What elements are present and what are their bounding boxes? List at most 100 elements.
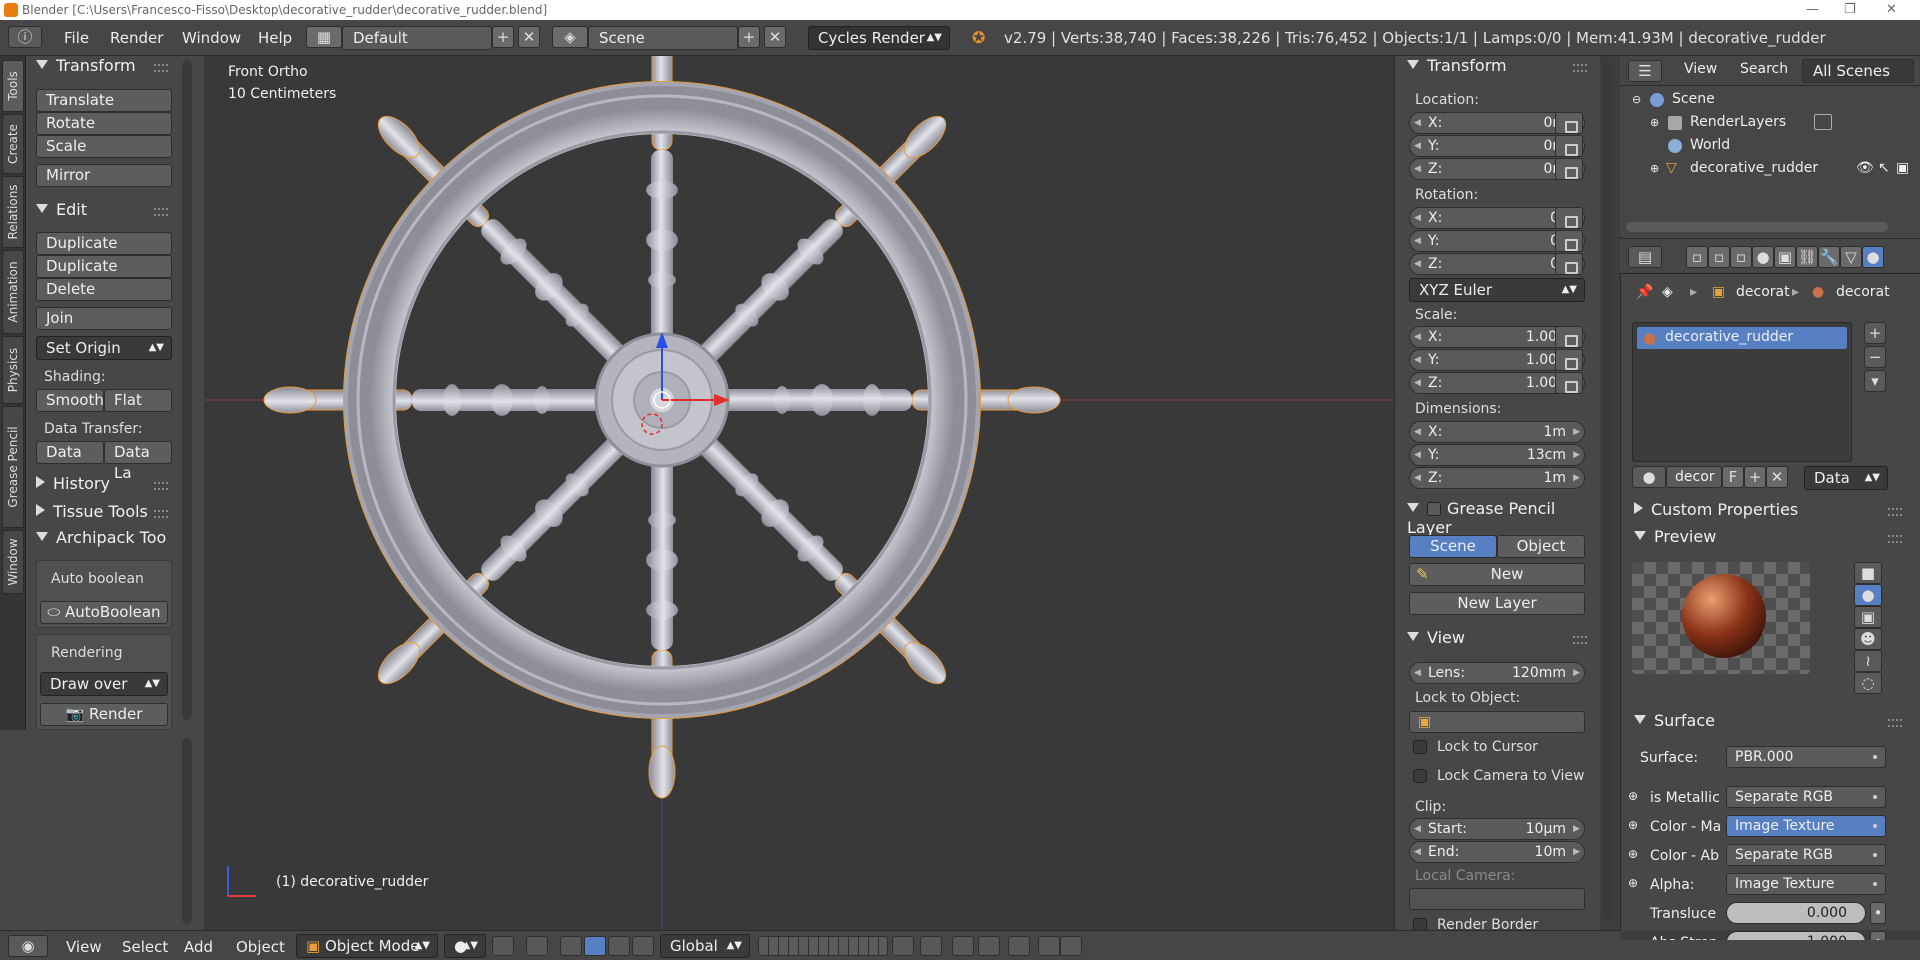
outliner-row-decorative-rudder[interactable]: ⊕ ▽ decorative_rudder 👁 ↖ ▣ bbox=[1620, 157, 1920, 180]
preview-cube-icon[interactable]: ▣ bbox=[1854, 606, 1882, 628]
menu-window[interactable]: Window bbox=[182, 29, 241, 47]
lock-camera-checkbox[interactable] bbox=[1413, 769, 1427, 783]
lock-icon[interactable] bbox=[1555, 112, 1583, 134]
lock-cursor-checkbox[interactable] bbox=[1413, 740, 1427, 754]
render-layer-icon[interactable] bbox=[1814, 114, 1832, 130]
dimension-y-field[interactable]: ◀ Y: 13cm ▶ bbox=[1409, 444, 1585, 466]
lock-icon[interactable] bbox=[1555, 158, 1583, 180]
screen-layout-field[interactable]: Default bbox=[342, 26, 492, 50]
tissue-tools-header[interactable]: Tissue Tools bbox=[36, 502, 148, 521]
local-camera-field[interactable] bbox=[1409, 888, 1585, 910]
screen-layout-icon[interactable]: ▦ bbox=[306, 26, 342, 48]
new-material-icon[interactable]: + bbox=[1744, 466, 1766, 488]
outliner-row-scene[interactable]: ⊖ Scene bbox=[1620, 88, 1920, 111]
link-data-select[interactable]: Data ▲▼ bbox=[1804, 466, 1888, 490]
rotation-mode-select[interactable]: XYZ Euler ▲▼ bbox=[1409, 278, 1585, 302]
panel-grip-icon[interactable] bbox=[154, 482, 168, 490]
expand-socket-icon[interactable]: ⊕ bbox=[1628, 789, 1638, 803]
viewport-canvas[interactable] bbox=[204, 56, 1394, 930]
render-camera-icon[interactable]: ▣ bbox=[1896, 157, 1909, 180]
manipulator-toggle-icon[interactable] bbox=[526, 936, 548, 956]
constraints-tab-icon[interactable]: ⛓ bbox=[1796, 246, 1818, 268]
snap-target-icon[interactable] bbox=[1008, 936, 1030, 956]
opengl-render-icon[interactable] bbox=[1038, 936, 1060, 956]
smooth-button[interactable]: Smooth bbox=[36, 389, 104, 412]
panel-grip-icon[interactable] bbox=[154, 64, 168, 72]
scale-manipulator-icon[interactable] bbox=[608, 936, 630, 956]
grease-pencil-header[interactable]: Grease Pencil Layer bbox=[1407, 499, 1600, 537]
render-tab-icon[interactable]: ▫ bbox=[1686, 246, 1708, 268]
proportional-edit-icon[interactable] bbox=[920, 936, 942, 956]
set-origin-select[interactable]: Set Origin ▲▼ bbox=[36, 336, 172, 360]
translate-manipulator-icon[interactable] bbox=[560, 936, 582, 956]
slot-menu-icon[interactable]: ▾ bbox=[1864, 370, 1886, 392]
restore-icon[interactable]: ❐ bbox=[1844, 0, 1856, 20]
modifiers-tab-icon[interactable]: 🔧 bbox=[1818, 246, 1840, 268]
input-link-field[interactable]: Image Texture bbox=[1726, 873, 1886, 895]
transluce-slider[interactable]: 0.000 bbox=[1726, 902, 1866, 924]
menu-render[interactable]: Render bbox=[110, 29, 163, 47]
lock-icon[interactable] bbox=[1555, 253, 1583, 275]
duplicate-button[interactable]: Duplicate bbox=[36, 232, 172, 255]
combo-manipulator-icon[interactable] bbox=[632, 936, 654, 956]
expand-socket-icon[interactable]: ⊕ bbox=[1628, 847, 1638, 861]
lock-object-field[interactable]: ▣ bbox=[1409, 711, 1585, 733]
tab-animation[interactable]: Animation bbox=[2, 250, 24, 334]
clip-end-field[interactable]: ◀ End: 10m ▶ bbox=[1409, 841, 1585, 863]
opengl-animation-icon[interactable] bbox=[1060, 936, 1082, 956]
transform-orientation-select[interactable]: Global ▲▼ bbox=[660, 934, 750, 958]
n-transform-header[interactable]: Transform bbox=[1407, 56, 1507, 75]
preview-hair-icon[interactable]: ≀ bbox=[1854, 650, 1882, 672]
outliner-search-menu[interactable]: Search bbox=[1740, 61, 1788, 77]
flat-button[interactable]: Flat bbox=[104, 389, 172, 412]
tab-tools[interactable]: Tools bbox=[2, 60, 24, 112]
panel-grip-icon[interactable] bbox=[1573, 636, 1587, 644]
lock-icon[interactable] bbox=[1555, 207, 1583, 229]
input-link-field[interactable]: Separate RGB bbox=[1726, 786, 1886, 808]
rotate-button[interactable]: Rotate bbox=[36, 112, 172, 135]
draw-over-select[interactable]: Draw over ▲▼ bbox=[40, 672, 168, 696]
input-link-field[interactable]: Separate RGB bbox=[1726, 844, 1886, 866]
lock-icon[interactable] bbox=[1555, 230, 1583, 252]
scale-button[interactable]: Scale bbox=[36, 135, 172, 158]
preview-flat-icon[interactable]: ■ bbox=[1854, 562, 1882, 584]
pin-icon[interactable]: 📌 bbox=[1636, 284, 1653, 300]
editor-type-3dview-icon[interactable]: ◉ bbox=[8, 935, 48, 957]
tab-physics[interactable]: Physics bbox=[2, 336, 24, 404]
dimension-z-field[interactable]: ◀ Z: 1m ▶ bbox=[1409, 467, 1585, 489]
custom-properties-header[interactable]: Custom Properties bbox=[1634, 500, 1798, 519]
mirror-button[interactable]: Mirror bbox=[36, 164, 172, 187]
panel-grip-icon[interactable] bbox=[154, 208, 168, 216]
editor-type-outliner-icon[interactable]: ☰ bbox=[1628, 60, 1662, 82]
duplicate-linked-button[interactable]: Duplicate Linked bbox=[36, 255, 172, 296]
add-layout-icon[interactable]: + bbox=[492, 26, 514, 48]
display-mode-select[interactable]: All Scenes bbox=[1802, 59, 1914, 83]
grease-pencil-checkbox[interactable] bbox=[1427, 502, 1441, 516]
expand-socket-icon[interactable]: ⊕ bbox=[1628, 876, 1638, 890]
edit-panel-header[interactable]: Edit bbox=[36, 200, 87, 219]
tab-create[interactable]: Create bbox=[2, 114, 24, 174]
gp-scene-button[interactable]: Scene bbox=[1409, 535, 1497, 558]
snap-element-icon[interactable] bbox=[978, 936, 1000, 956]
expand-icon[interactable]: ⊕ bbox=[1650, 157, 1659, 180]
clip-start-field[interactable]: ◀ Start: 10µm ▶ bbox=[1409, 818, 1585, 840]
close-icon[interactable]: ✕ bbox=[1886, 0, 1897, 20]
tab-relations[interactable]: Relations bbox=[2, 176, 24, 248]
remove-layout-icon[interactable]: ✕ bbox=[518, 26, 540, 48]
gp-object-button[interactable]: Object bbox=[1497, 535, 1585, 558]
join-button[interactable]: Join bbox=[36, 307, 172, 330]
material-slot-list[interactable]: ● decorative_rudder bbox=[1632, 322, 1852, 462]
object-tab-icon[interactable]: ▣ bbox=[1774, 246, 1796, 268]
panel-grip-icon[interactable] bbox=[154, 510, 168, 518]
rotate-manipulator-icon[interactable] bbox=[584, 936, 606, 956]
remove-slot-icon[interactable]: − bbox=[1864, 346, 1886, 368]
lens-field[interactable]: ◀ Lens: 120mm ▶ bbox=[1409, 662, 1585, 684]
expand-icon[interactable]: ⊕ bbox=[1650, 111, 1659, 134]
panel-grip-icon[interactable] bbox=[1573, 64, 1587, 72]
material-name-field[interactable]: decor bbox=[1666, 466, 1722, 488]
select-cursor-icon[interactable]: ↖ bbox=[1878, 157, 1890, 180]
layer-lock-icon[interactable] bbox=[892, 936, 914, 956]
delete-button[interactable]: Delete bbox=[36, 278, 172, 301]
data-layout-button[interactable]: Data La bbox=[104, 441, 172, 482]
outliner-h-scrollbar[interactable] bbox=[1626, 222, 1888, 232]
